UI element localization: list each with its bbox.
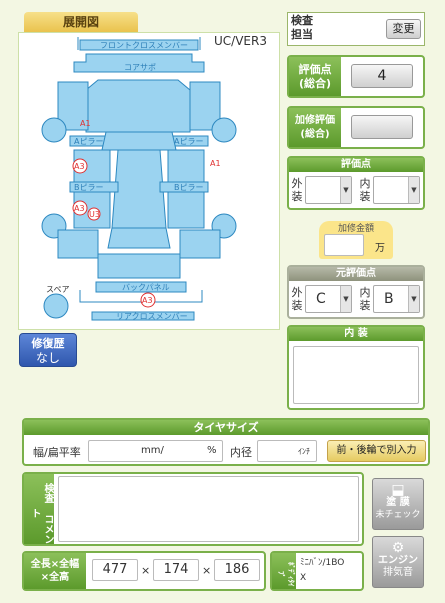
b-pillar-right-label: Bピラー — [174, 183, 204, 192]
b-pillar-left-label: Bピラー — [74, 183, 104, 192]
inspector-label: 検査 担当 — [291, 14, 313, 41]
spare-tire[interactable] — [43, 293, 69, 319]
inspector-change-button[interactable]: 変更 — [386, 19, 421, 39]
back-panel-label: バックパネル — [122, 283, 170, 292]
dimensions-label: 全長×全幅 ×全高 — [24, 553, 86, 589]
hood[interactable] — [85, 79, 191, 133]
length-input[interactable]: 477 — [92, 559, 138, 581]
paint-check-button[interactable]: ⬓ 塗 膜 未チェック — [372, 478, 424, 530]
repair-cost-label: 加修金額 — [337, 224, 374, 234]
tire-width-label: 幅/扁平率 — [33, 446, 81, 459]
original-interior-label: 内装 — [359, 286, 371, 312]
paint-brush-icon: ⬓ — [391, 482, 405, 498]
chevron-down-icon: ▼ — [408, 177, 419, 203]
interior-textarea[interactable] — [293, 346, 419, 404]
repair-cost-input[interactable] — [324, 234, 364, 256]
score-title: 評価点 — [289, 158, 423, 172]
engine-sound-button[interactable]: ⚙ エンジン 排気音 — [372, 536, 424, 588]
interior-title: 内 装 — [289, 327, 423, 341]
body-type-label: ﾎﾞﾃﾞｨﾀｲﾌﾟ — [272, 553, 296, 589]
mark-a1-right: A1 — [210, 159, 221, 168]
dimension-sep-1: × — [141, 564, 151, 577]
diagram-tab: 展開図 — [24, 12, 138, 33]
repair-cost-unit: 万 — [375, 243, 385, 254]
chevron-down-icon: ▼ — [340, 286, 351, 312]
original-exterior-select[interactable]: C ▼ — [305, 285, 352, 313]
width-input[interactable]: 174 — [153, 559, 199, 581]
mark-u3-label: U3 — [89, 210, 100, 219]
chevron-down-icon: ▼ — [340, 177, 351, 203]
score-exterior-select[interactable]: ▼ — [305, 176, 352, 204]
tire-inner-label: 内径 — [230, 446, 252, 459]
rating-label: 評価点 (総合) — [289, 57, 341, 96]
rear-glass[interactable] — [107, 227, 171, 249]
right-front-wheel[interactable] — [211, 117, 237, 143]
repair-history-value: なし — [35, 351, 60, 365]
tire-inch-unit: ｲﾝﾁ — [298, 447, 310, 456]
mark-a3-rear-label: A3 — [142, 296, 153, 305]
roof[interactable] — [111, 149, 167, 229]
mark-a3-mid-label: A3 — [74, 204, 85, 213]
original-exterior-label: 外装 — [291, 286, 303, 312]
rear-quarter-left[interactable] — [57, 229, 99, 259]
right-rear-door[interactable] — [167, 191, 205, 229]
tire-title: タイヤサイズ — [24, 420, 428, 435]
front-windshield[interactable] — [101, 131, 177, 151]
repair-history-button[interactable]: 修復歴 なし — [19, 333, 77, 367]
tire-mm-unit: mm/ — [141, 445, 164, 456]
comment-textarea[interactable] — [58, 476, 359, 542]
original-interior-select[interactable]: B ▼ — [373, 285, 420, 313]
car-diagram[interactable]: フロントクロスメンバー コアサポ Aピラー Aピラー Bピラー Bピラー バック… — [18, 32, 280, 330]
a-pillar-left-label: Aピラー — [74, 137, 103, 146]
back-door[interactable] — [97, 253, 181, 279]
repair-history-label: 修復歴 — [31, 337, 65, 350]
core-support-label: コアサポ — [124, 63, 156, 72]
repair-rating-value-button[interactable] — [351, 115, 413, 139]
body-type-value: ﾐﾆﾊﾞﾝ/1BO X — [300, 558, 345, 583]
comment-label: 検査 コメント — [24, 474, 54, 544]
score-interior-label: 内装 — [359, 177, 371, 203]
rear-quarter-right[interactable] — [179, 229, 221, 259]
dimension-sep-2: × — [202, 564, 212, 577]
left-front-wheel[interactable] — [41, 117, 67, 143]
score-interior-select[interactable]: ▼ — [373, 176, 420, 204]
right-front-door[interactable] — [167, 149, 205, 183]
original-score-title: 元評価点 — [289, 267, 423, 281]
tire-percent-unit: % — [207, 445, 217, 456]
rating-value-button[interactable]: 4 — [351, 64, 413, 88]
repair-rating-label: 加修評価 (総合) — [289, 108, 341, 147]
engine-icon: ⚙ — [391, 540, 405, 556]
spare-label: スペア — [46, 285, 69, 294]
front-cross-member-label: フロントクロスメンバー — [100, 41, 188, 50]
a-pillar-right-label: Aピラー — [174, 137, 203, 146]
height-input[interactable]: 186 — [214, 559, 260, 581]
score-exterior-label: 外装 — [291, 177, 303, 203]
chevron-down-icon: ▼ — [408, 286, 419, 312]
mark-a3-front-label: A3 — [74, 162, 85, 171]
mark-a1-left: A1 — [80, 119, 91, 128]
rear-cross-member-label: リアクロスメンバー — [116, 312, 188, 321]
tire-separate-button[interactable]: 前・後輪で別入力 — [327, 440, 426, 462]
